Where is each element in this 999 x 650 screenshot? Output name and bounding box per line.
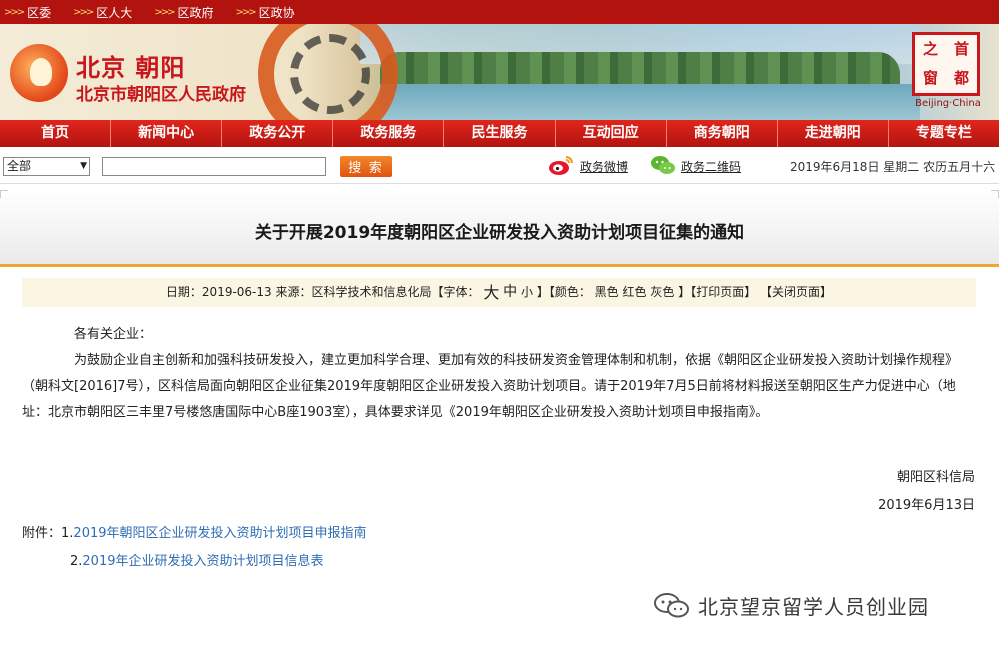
chevron-icon: >>>: [73, 6, 94, 18]
nav-item-livelihood[interactable]: 民生服务: [444, 120, 556, 147]
seal-caption: Beijing·China: [915, 98, 981, 109]
nav-item-gov-services[interactable]: 政务服务: [333, 120, 445, 147]
attachment-number: 2.: [70, 554, 83, 569]
attachment-link[interactable]: 2019年朝阳区企业研发投入资助计划项目申报指南: [73, 526, 366, 541]
top-link-bar: >>> 区委 >>> 区人大 >>> 区政府 >>> 区政协: [0, 0, 999, 24]
nav-item-business[interactable]: 商务朝阳: [667, 120, 778, 147]
corner-decoration: [991, 190, 999, 198]
nav-item-topics[interactable]: 专题专栏: [889, 120, 999, 147]
banner-water: [380, 84, 920, 120]
color-black-link[interactable]: 黑色: [595, 285, 619, 299]
search-button[interactable]: 搜 索: [340, 156, 392, 177]
site-subtitle: 北京市朝阳区人民政府: [76, 85, 246, 105]
main-nav: 首页 新闻中心 政务公开 政务服务 民生服务 互动回应 商务朝阳 走进朝阳 专题…: [0, 120, 999, 147]
signature-date: 2019年6月13日: [878, 498, 975, 513]
search-scope-value: 全部: [7, 159, 32, 173]
corner-decoration: [0, 190, 8, 198]
top-link-district-committee[interactable]: >>> 区委: [4, 4, 51, 21]
article-body: 各有关企业： 为鼓励企业自主创新和加强科技研发投入，建立更加科学合理、更加有效的…: [22, 322, 976, 426]
font-size-large-link[interactable]: 大: [483, 283, 499, 302]
weibo-link[interactable]: 政务微博: [580, 158, 628, 175]
search-toolbar: 全部 ▼ 搜 索 政务微博 政务二维码 2019年6月18日 星期二 农历五月十…: [0, 147, 999, 184]
top-link-label: 区委: [27, 5, 52, 20]
nav-item-news[interactable]: 新闻中心: [111, 120, 223, 147]
font-size-medium-link[interactable]: 中: [503, 284, 517, 300]
article-title-box: 关于开展2019年度朝阳区企业研发投入资助计划项目征集的通知: [0, 190, 999, 267]
meta-color-prefix: 】【颜色：: [536, 285, 591, 299]
wechat-qr-link[interactable]: 政务二维码: [681, 158, 741, 175]
capital-window-seal-icon[interactable]: 之 首 窗 都: [912, 32, 980, 96]
chevron-icon: >>>: [154, 6, 175, 18]
weibo-icon[interactable]: [548, 154, 574, 176]
wechat-icon[interactable]: [650, 154, 676, 176]
wechat-watermark: 北京望京留学人员创业园: [652, 590, 929, 620]
article-title: 关于开展2019年度朝阳区企业研发投入资助计划项目征集的通知: [254, 223, 745, 243]
article-meta-bar: 日期：2019-06-13 来源：区科学技术和信息化局【字体： 大 中 小 】【…: [22, 278, 976, 307]
close-page-link[interactable]: 【关闭页面】: [760, 285, 832, 299]
top-link-label: 区政府: [177, 5, 214, 20]
nav-item-home[interactable]: 首页: [0, 120, 112, 147]
top-link-label: 区人大: [96, 5, 133, 20]
site-logo-icon[interactable]: [10, 44, 68, 102]
seal-char: 之: [922, 40, 938, 58]
article-greeting: 各有关企业：: [74, 327, 153, 342]
top-link-label: 区政协: [258, 5, 295, 20]
article-paragraph: 为鼓励企业自主创新和加强科技研发投入，建立更加科学合理、更加有效的科技研发资金管…: [22, 353, 959, 420]
site-banner: 北京 朝阳 北京市朝阳区人民政府 之 首 窗 都 Beijing·China: [0, 24, 999, 120]
seal-char: 窗: [922, 69, 938, 87]
attachments-label: 附件：: [22, 526, 62, 541]
site-name[interactable]: 北京 朝阳: [76, 48, 185, 83]
print-page-link[interactable]: 】【打印页面】: [678, 285, 756, 299]
search-scope-select[interactable]: 全部 ▼: [3, 157, 90, 176]
nav-item-gov-affairs-open[interactable]: 政务公开: [222, 120, 334, 147]
nav-item-interaction[interactable]: 互动回应: [556, 120, 667, 147]
color-gray-link[interactable]: 灰色: [650, 285, 674, 299]
attachment-link[interactable]: 2019年企业研发投入资助计划项目信息表: [82, 554, 323, 569]
attachment-number: 1.: [61, 526, 74, 541]
attachment-row: 2.2019年企业研发投入资助计划项目信息表: [70, 550, 324, 569]
current-date: 2019年6月18日 星期二 农历五月十六: [790, 160, 996, 174]
watermark-text: 北京望京留学人员创业园: [698, 594, 929, 619]
seal-char: 首: [953, 40, 969, 58]
top-link-district-congress[interactable]: >>> 区人大: [73, 4, 132, 21]
chevron-icon: >>>: [235, 6, 256, 18]
banner-ferris-ride-inner: [290, 34, 370, 114]
nav-item-about[interactable]: 走进朝阳: [778, 120, 889, 147]
top-link-district-government[interactable]: >>> 区政府: [154, 4, 213, 21]
meta-date-source: 日期：2019-06-13 来源：区科学技术和信息化局【字体：: [165, 285, 480, 299]
font-size-small-link[interactable]: 小: [521, 285, 533, 299]
top-link-district-cppcc[interactable]: >>> 区政协: [235, 4, 294, 21]
attachment-row: 附件：1.2019年朝阳区企业研发投入资助计划项目申报指南: [22, 522, 367, 541]
signature-org: 朝阳区科信局: [896, 470, 975, 485]
color-red-link[interactable]: 红色: [623, 285, 647, 299]
wechat-icon: [654, 593, 689, 618]
chevron-down-icon: ▼: [80, 161, 87, 171]
search-input[interactable]: [102, 157, 326, 176]
seal-char: 都: [953, 69, 969, 87]
chevron-icon: >>>: [4, 6, 25, 18]
